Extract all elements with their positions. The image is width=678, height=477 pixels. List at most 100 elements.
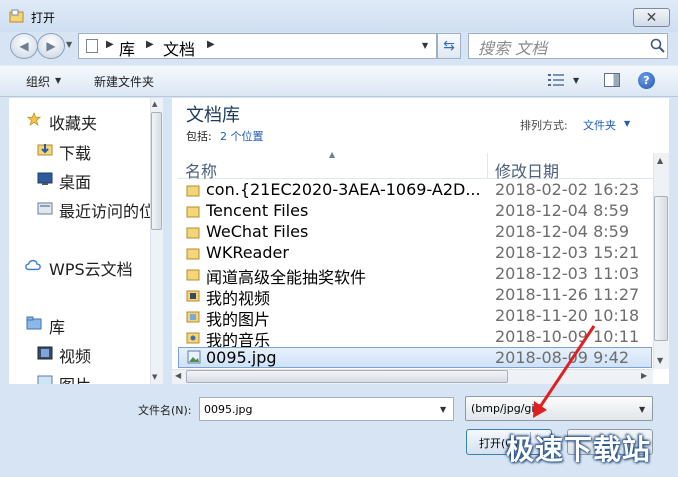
refresh-button[interactable]: ⇆ <box>437 33 461 59</box>
nav-item-wps-cloud[interactable]: WPS云文档 <box>49 256 133 280</box>
file-row[interactable]: 我的视频 2018-11-26 11:27 <box>178 285 652 308</box>
document-icon <box>86 39 98 53</box>
file-date: 2018-11-20 10:18 <box>495 306 640 325</box>
file-name: con.{21EC2020-3AEA-1069-A2D... <box>206 180 481 199</box>
window-title: 打开 <box>31 11 56 25</box>
new-folder-button[interactable]: 新建文件夹 <box>94 73 154 90</box>
column-header-date-modified[interactable]: 修改日期 <box>495 158 559 182</box>
desktop-icon <box>37 172 53 185</box>
column-header-row <box>178 153 653 179</box>
folder-icon <box>186 185 200 197</box>
file-date: 2018-12-03 11:03 <box>495 264 640 283</box>
nav-scrollbar-thumb[interactable] <box>151 112 162 230</box>
pictures-icon <box>37 375 53 384</box>
horizontal-scrollbar-thumb[interactable] <box>186 370 508 383</box>
star-icon <box>26 112 42 126</box>
file-date: 2018-02-02 16:23 <box>495 180 640 199</box>
chevron-down-icon[interactable]: ▼ <box>624 119 630 128</box>
library-title: 文档库 <box>186 105 240 126</box>
image-file-icon <box>187 350 201 364</box>
video-icon <box>37 346 53 360</box>
column-divider[interactable] <box>487 153 488 179</box>
column-header-name[interactable]: 名称 <box>185 158 217 182</box>
file-date: 2018-12-04 8:59 <box>495 201 629 220</box>
refresh-icon: ⇆ <box>443 38 455 54</box>
breadcrumb-chevron-icon[interactable]: ▶ <box>207 39 215 50</box>
organize-button[interactable]: 组织 <box>26 73 50 90</box>
scroll-down-icon[interactable]: ▼ <box>152 373 157 381</box>
nav-item-videos[interactable]: 视频 <box>59 343 91 367</box>
preview-pane-icon[interactable] <box>604 73 620 87</box>
scroll-down-icon[interactable]: ▼ <box>657 356 663 365</box>
recent-pages-dropdown[interactable]: ▼ <box>66 40 72 49</box>
scroll-left-icon[interactable]: ◀ <box>175 371 181 380</box>
file-date: 2018-11-26 11:27 <box>495 285 640 304</box>
nav-item-downloads[interactable]: 下载 <box>59 140 91 164</box>
filename-value: 0095.jpg <box>204 403 253 416</box>
library-include-label: 包括: <box>186 130 212 143</box>
file-name: Tencent Files <box>206 201 309 220</box>
nav-item-recent-places[interactable]: 最近访问的位 <box>59 198 155 222</box>
sort-ascending-icon: ▲ <box>329 150 336 159</box>
navigation-pane: 收藏夹 下载 桌面 最近访问的位 WPS云文档 库 视频 图片 <box>9 98 163 384</box>
breadcrumb-documents[interactable]: 文档 <box>163 36 195 60</box>
title-bar <box>0 0 678 32</box>
help-icon[interactable]: ? <box>638 72 655 89</box>
scroll-right-icon[interactable]: ▶ <box>641 371 647 380</box>
close-icon: ✕ <box>645 9 658 26</box>
scroll-up-icon[interactable]: ▲ <box>657 156 663 165</box>
breadcrumb-chevron-icon[interactable]: ▶ <box>146 39 154 50</box>
file-date: 2018-12-03 15:21 <box>495 243 640 262</box>
file-row-selected[interactable]: 0095.jpg 2018-08-09 9:42 <box>178 347 652 368</box>
nav-item-libraries[interactable]: 库 <box>49 314 65 338</box>
back-button[interactable]: ◀ <box>10 33 38 59</box>
chevron-down-icon[interactable]: ▼ <box>639 405 645 414</box>
video-folder-icon <box>186 290 200 302</box>
downloads-icon <box>37 144 53 156</box>
file-name: WKReader <box>206 243 289 262</box>
open-dialog-icon <box>9 9 24 23</box>
file-row[interactable]: 我的音乐 2018-10-09 10:11 <box>178 327 652 350</box>
nav-item-pictures[interactable]: 图片 <box>59 372 91 384</box>
view-options-icon[interactable] <box>548 74 564 86</box>
file-row[interactable]: 闻道高级全能抽奖软件 2018-12-03 11:03 <box>178 264 652 287</box>
file-list-scrollbar-thumb[interactable] <box>654 196 668 341</box>
library-locations-link[interactable]: 2 个位置 <box>220 128 264 144</box>
file-date: 2018-10-09 10:11 <box>495 327 640 346</box>
breadcrumb-chevron-icon[interactable]: ▶ <box>106 39 114 50</box>
view-dropdown[interactable]: ▼ <box>573 76 579 85</box>
close-button[interactable]: ✕ <box>633 8 670 27</box>
file-row[interactable]: con.{21EC2020-3AEA-1069-A2D... 2018-02-0… <box>178 180 652 201</box>
library-icon <box>26 316 42 330</box>
file-name: WeChat Files <box>206 222 309 241</box>
file-row[interactable]: 我的图片 2018-11-20 10:18 <box>178 306 652 329</box>
arrow-right-icon: ▶ <box>46 39 56 53</box>
search-icon[interactable] <box>650 38 666 54</box>
file-type-value: (bmp/jpg/gif) <box>471 402 543 415</box>
file-row[interactable]: WeChat Files 2018-12-04 8:59 <box>178 222 652 243</box>
cloud-icon <box>25 259 41 271</box>
folder-icon <box>186 248 200 260</box>
file-row[interactable]: Tencent Files 2018-12-04 8:59 <box>178 201 652 222</box>
music-folder-icon <box>186 332 200 344</box>
address-dropdown[interactable]: ▼ <box>422 41 428 50</box>
folder-icon <box>186 227 200 239</box>
recent-places-icon <box>37 202 53 215</box>
scroll-up-icon[interactable]: ▲ <box>152 100 157 108</box>
file-row[interactable]: WKReader 2018-12-03 15:21 <box>178 243 652 264</box>
filename-dropdown[interactable]: ▼ <box>440 405 446 414</box>
nav-item-desktop[interactable]: 桌面 <box>59 169 91 193</box>
folder-icon <box>186 206 200 218</box>
file-date: 2018-08-09 9:42 <box>495 348 629 367</box>
arrange-by-dropdown[interactable]: 文件夹 <box>583 117 616 133</box>
watermark-logo: 极速下载站 <box>506 433 652 466</box>
file-date: 2018-12-04 8:59 <box>495 222 629 241</box>
pictures-folder-icon <box>186 311 200 323</box>
filename-label: 文件名(N): <box>138 404 192 417</box>
folder-icon <box>186 269 200 281</box>
breadcrumb-library[interactable]: 库 <box>119 36 135 60</box>
nav-item-favorites[interactable]: 收藏夹 <box>49 110 97 134</box>
arrow-left-icon: ◀ <box>19 39 29 53</box>
arrange-by-label: 排列方式: <box>520 119 568 132</box>
forward-button[interactable]: ▶ <box>37 33 65 59</box>
